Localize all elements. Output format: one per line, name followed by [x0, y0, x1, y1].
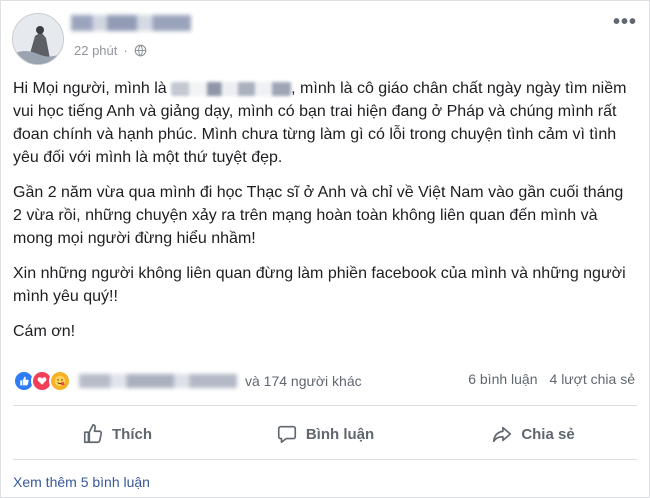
- reactions-others-text[interactable]: và 174 người khác: [245, 373, 362, 389]
- share-label: Chia sẻ: [521, 425, 575, 443]
- shares-count[interactable]: 4 lượt chia sẻ: [550, 371, 635, 387]
- post-actions: Thích Bình luận Chia sẻ: [13, 412, 637, 456]
- view-more-comments-link[interactable]: Xem thêm 5 bình luận: [13, 474, 150, 490]
- post-paragraph-1: Hi Mọi người, mình là , mình là cô giáo …: [13, 80, 627, 166]
- share-arrow-icon: [493, 426, 512, 443]
- share-button[interactable]: Chia sẻ: [429, 412, 637, 456]
- more-options-icon[interactable]: •••: [613, 12, 637, 32]
- divider-bottom: [13, 459, 637, 460]
- meta-separator: ·: [123, 43, 128, 58]
- post-paragraph-2: Gần 2 năm vừa qua mình đi học Thạc sĩ ở …: [13, 184, 624, 247]
- author-name-redacted[interactable]: [71, 15, 191, 31]
- divider-top: [13, 405, 637, 406]
- engagement-counts: 6 bình luận 4 lượt chia sẻ: [468, 371, 635, 387]
- thumbs-up-icon: [83, 424, 103, 444]
- reactions-summary[interactable]: và 174 người khác: [13, 370, 362, 392]
- comments-count[interactable]: 6 bình luận: [468, 371, 537, 387]
- post-timestamp[interactable]: 22 phút: [74, 43, 117, 58]
- redacted-name: [171, 81, 292, 96]
- globe-icon[interactable]: [134, 44, 147, 57]
- like-label: Thích: [112, 425, 152, 443]
- post-meta: 22 phút ·: [74, 43, 147, 58]
- care-reaction-icon: [49, 370, 71, 392]
- comment-bubble-icon: [277, 425, 296, 444]
- comment-button[interactable]: Bình luận: [221, 412, 429, 456]
- reactor-names-redacted: [79, 374, 237, 388]
- post-paragraph-4: Cám ơn!: [13, 323, 76, 340]
- post-body: Hi Mọi người, mình là , mình là cô giáo …: [13, 77, 633, 355]
- post-card: 22 phút · ••• Hi Mọi người, mình là , mì…: [0, 0, 650, 498]
- post-paragraph-3: Xin những người không liên quan đừng làm…: [13, 265, 626, 305]
- comment-label: Bình luận: [305, 425, 375, 443]
- avatar[interactable]: [12, 13, 64, 65]
- avatar-photo: [13, 14, 63, 64]
- like-button[interactable]: Thích: [13, 412, 221, 456]
